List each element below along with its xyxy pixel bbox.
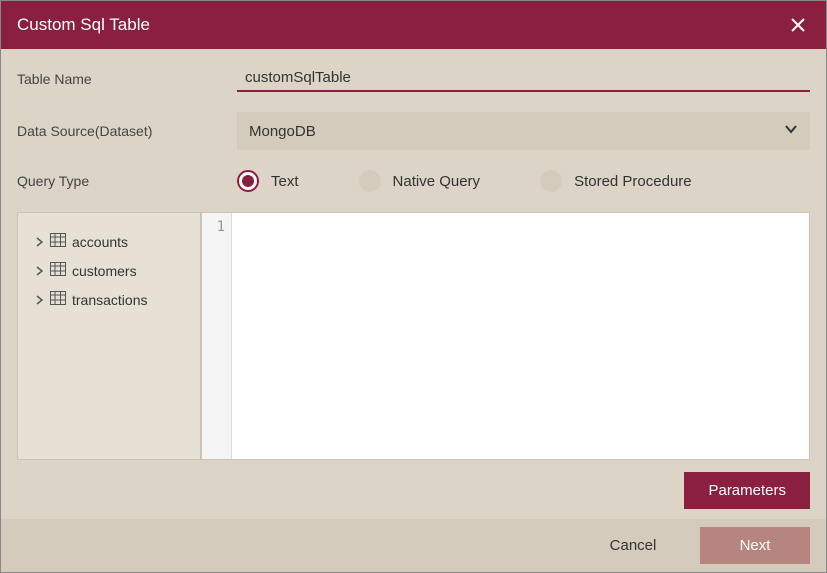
dialog-title: Custom Sql Table xyxy=(17,15,150,35)
table-name-input[interactable] xyxy=(237,65,810,92)
params-row: Parameters xyxy=(17,472,810,509)
titlebar: Custom Sql Table xyxy=(1,1,826,49)
tree-item-transactions[interactable]: transactions xyxy=(26,285,192,314)
data-source-label: Data Source(Dataset) xyxy=(17,123,237,139)
tree-item-label: transactions xyxy=(72,292,147,308)
query-type-radio-group: Text Native Query Stored Procedure xyxy=(237,170,810,192)
sql-editor[interactable] xyxy=(232,213,809,459)
query-type-row: Query Type Text Native Query Stored Proc… xyxy=(17,170,810,192)
custom-sql-dialog: Custom Sql Table Table Name Data Source(… xyxy=(0,0,827,573)
dialog-footer: Cancel Next xyxy=(1,519,826,572)
query-type-label: Query Type xyxy=(17,173,237,189)
radio-circle-unselected xyxy=(540,170,562,192)
table-icon xyxy=(50,291,66,308)
line-gutter: 1 xyxy=(202,213,232,459)
editor-row: accounts customers xyxy=(17,212,810,460)
data-source-value: MongoDB xyxy=(249,123,316,140)
tree-item-label: accounts xyxy=(72,234,128,250)
table-name-row: Table Name xyxy=(17,65,810,92)
code-panel: 1 xyxy=(201,212,810,460)
radio-circle-selected xyxy=(237,170,259,192)
radio-text[interactable]: Text xyxy=(237,170,299,192)
radio-stored-procedure[interactable]: Stored Procedure xyxy=(540,170,692,192)
radio-text-label: Text xyxy=(271,173,299,190)
tree-item-accounts[interactable]: accounts xyxy=(26,227,192,256)
line-number: 1 xyxy=(202,219,225,235)
chevron-down-icon xyxy=(784,122,798,140)
radio-circle-unselected xyxy=(359,170,381,192)
tree-item-label: customers xyxy=(72,263,137,279)
table-icon xyxy=(50,233,66,250)
table-icon xyxy=(50,262,66,279)
chevron-right-icon xyxy=(34,295,44,305)
dialog-content: Table Name Data Source(Dataset) MongoDB … xyxy=(1,49,826,519)
close-button[interactable] xyxy=(786,13,810,37)
radio-dot xyxy=(242,175,254,187)
chevron-right-icon xyxy=(34,237,44,247)
close-icon xyxy=(790,17,806,33)
chevron-right-icon xyxy=(34,266,44,276)
radio-native-query[interactable]: Native Query xyxy=(359,170,481,192)
radio-stored-procedure-label: Stored Procedure xyxy=(574,173,692,190)
data-source-select[interactable]: MongoDB xyxy=(237,112,810,150)
cancel-button[interactable]: Cancel xyxy=(578,527,688,564)
tree-panel: accounts customers xyxy=(17,212,201,460)
parameters-button[interactable]: Parameters xyxy=(684,472,810,509)
data-source-row: Data Source(Dataset) MongoDB xyxy=(17,112,810,150)
radio-native-query-label: Native Query xyxy=(393,173,481,190)
data-source-select-wrap: MongoDB xyxy=(237,112,810,150)
next-button[interactable]: Next xyxy=(700,527,810,564)
table-name-label: Table Name xyxy=(17,71,237,87)
tree-item-customers[interactable]: customers xyxy=(26,256,192,285)
